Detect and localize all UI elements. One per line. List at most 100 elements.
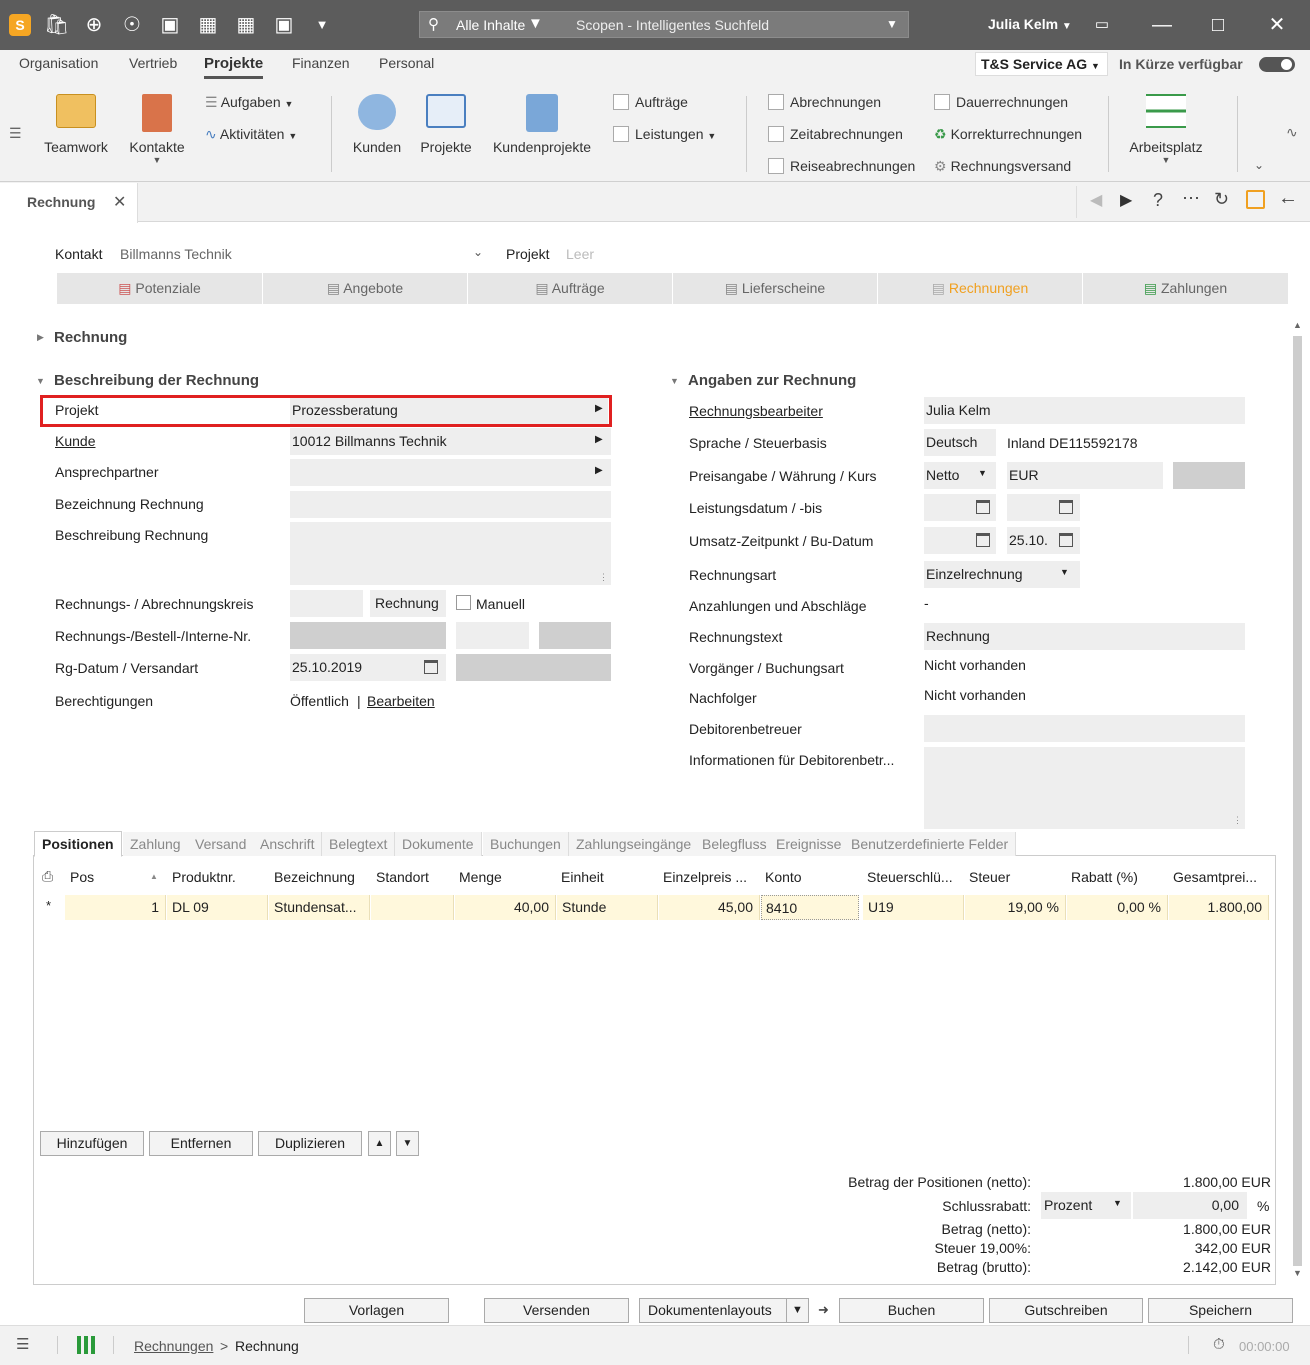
tab-dokumente[interactable]: Dokumente: [395, 832, 482, 856]
col-bezeichnung[interactable]: Bezeichnung: [274, 864, 355, 891]
tab-benutzerdefiniert[interactable]: Benutzerdefinierte Felder: [844, 832, 1017, 856]
tab-rechnung[interactable]: Rechnung ✕: [0, 183, 138, 223]
kundenprojekte-button[interactable]: Kundenprojekte: [488, 94, 596, 155]
chevron-down-icon[interactable]: ▼: [786, 1299, 808, 1322]
cell-menge[interactable]: 40,00: [455, 895, 556, 920]
cell-rabatt[interactable]: 0,00 %: [1067, 895, 1168, 920]
col-einzelpreis[interactable]: Einzelpreis ...: [663, 864, 747, 891]
col-standort[interactable]: Standort: [376, 864, 429, 891]
tab-ereignisse[interactable]: Ereignisse: [769, 832, 850, 856]
next-icon[interactable]: ▶: [1120, 190, 1132, 210]
duplicate-position-button[interactable]: Duplizieren: [258, 1131, 362, 1156]
cell-gesamtpreis[interactable]: 1.800,00: [1169, 895, 1269, 920]
kreis-type-field[interactable]: Rechnung: [370, 590, 446, 617]
cell-produktnr[interactable]: DL 09: [167, 895, 268, 920]
tab-zahlungseingaenge[interactable]: Zahlungseingänge: [569, 832, 700, 856]
search-field[interactable]: ⚲ Alle Inhalte ▼ Scopen - Intelligentes …: [419, 11, 909, 38]
bu-datum-field[interactable]: 25.10.: [1007, 527, 1080, 554]
panel-toggle-icon[interactable]: ☰: [9, 125, 22, 142]
cell-konto[interactable]: 8410: [761, 895, 859, 920]
leistungsdatum-bis[interactable]: [1007, 494, 1080, 521]
collapse-icon[interactable]: ▼: [670, 376, 679, 386]
abrechnungen-button[interactable]: Abrechnungen: [768, 94, 881, 110]
menu-finanzen[interactable]: Finanzen: [292, 55, 350, 71]
help-icon[interactable]: ?: [1153, 190, 1163, 211]
tab-buchungen[interactable]: Buchungen: [483, 832, 569, 856]
minimize-icon[interactable]: —: [1150, 13, 1174, 37]
bearbeiten-link[interactable]: Bearbeiten: [367, 693, 435, 709]
camera-icon[interactable]: ▣: [158, 13, 182, 37]
cell-standort[interactable]: [371, 895, 454, 920]
buchen-button[interactable]: Buchen: [839, 1298, 984, 1323]
korrekturrechnungen-button[interactable]: ♻ Korrekturrechnungen: [934, 126, 1082, 143]
company-select[interactable]: T&S Service AG ▼: [975, 52, 1108, 76]
rechnungsart-select[interactable]: Einzelrechnung ▼: [924, 561, 1080, 588]
col-produktnr[interactable]: Produktnr.: [172, 864, 236, 891]
info-debitor-textarea[interactable]: ⋮: [924, 747, 1245, 829]
kunde-label[interactable]: Kunde: [55, 433, 95, 449]
shopping-bag-icon[interactable]: 🛍: [44, 13, 69, 37]
cell-einzelpreis[interactable]: 45,00: [659, 895, 760, 920]
col-steuer[interactable]: Steuer: [969, 864, 1010, 891]
bearbeiter-label[interactable]: Rechnungsbearbeiter: [689, 403, 823, 419]
dropdown-icon[interactable]: ▼: [310, 13, 334, 37]
remove-position-button[interactable]: Entfernen: [149, 1131, 253, 1156]
resize-icon[interactable]: ⋮: [1233, 815, 1242, 826]
arrow-right-icon[interactable]: ▶: [595, 403, 603, 414]
beschreibung-textarea[interactable]: ⋮: [290, 522, 611, 585]
scroll-thumb[interactable]: [1293, 336, 1302, 1266]
sprache-field[interactable]: Deutsch: [924, 429, 996, 456]
leistungen-button[interactable]: Leistungen ▼: [613, 126, 716, 142]
refresh-icon[interactable]: ↻: [1214, 189, 1229, 210]
cell-pos[interactable]: 1: [65, 895, 166, 920]
menu-projekte[interactable]: Projekte: [204, 55, 264, 79]
close-tab-icon[interactable]: ✕: [113, 192, 126, 212]
tab-versand[interactable]: Versand: [188, 832, 255, 856]
projekte-button[interactable]: Projekte: [416, 94, 476, 155]
projekt-context-value[interactable]: Leer: [566, 246, 594, 262]
kunden-button[interactable]: Kunden: [348, 94, 406, 155]
scrollbar[interactable]: ▲ ▼: [1291, 320, 1304, 1282]
tab-zahlung[interactable]: Zahlung: [123, 832, 189, 856]
rechnungstext-field[interactable]: Rechnung: [924, 623, 1245, 650]
debitorenbetreuer-field[interactable]: [924, 715, 1245, 742]
search-scope[interactable]: Alle Inhalte: [456, 17, 525, 33]
tab-belegtext[interactable]: Belegtext: [322, 832, 396, 856]
calendar-icon[interactable]: [976, 500, 990, 514]
expand-icon[interactable]: ▶: [37, 332, 44, 343]
aufgaben-button[interactable]: ☰ Aufgaben ▼: [205, 94, 293, 111]
back-arrow-icon[interactable]: ←: [1278, 187, 1298, 210]
scroll-up-icon[interactable]: ▲: [1293, 320, 1302, 330]
calendar-icon[interactable]: [1059, 533, 1073, 547]
coming-soon-toggle[interactable]: [1259, 57, 1295, 72]
rechnungsversand-button[interactable]: ⚙ Rechnungsversand: [934, 158, 1071, 175]
speichern-button[interactable]: Speichern: [1148, 1298, 1293, 1323]
aktivitaeten-button[interactable]: ∿ Aktivitäten ▼: [205, 126, 297, 143]
schlussrabatt-mode-select[interactable]: Prozent ▼: [1041, 1192, 1131, 1219]
kontakt-dropdown-icon[interactable]: ⌄: [473, 245, 483, 259]
col-steuerschluessel[interactable]: Steuerschlü...: [867, 864, 953, 891]
resize-icon[interactable]: ⋮: [599, 572, 608, 583]
dauerrechnungen-button[interactable]: Dauerrechnungen: [934, 94, 1068, 110]
kontakte-button[interactable]: Kontakte ▼: [124, 94, 190, 165]
umsatz-zeitpunkt[interactable]: [924, 527, 996, 554]
arrow-right-icon[interactable]: ▶: [595, 465, 603, 476]
dokumentenlayouts-button[interactable]: Dokumentenlayouts ▼: [639, 1298, 809, 1323]
cell-bezeichnung[interactable]: Stundensat...: [269, 895, 370, 920]
pulse-icon[interactable]: ∿: [1286, 124, 1298, 141]
ribbon-collapse-icon[interactable]: ⌄: [1254, 158, 1264, 172]
schlussrabatt-field[interactable]: 0,00: [1133, 1192, 1247, 1219]
calendar-add-icon[interactable]: ▦: [196, 13, 220, 37]
add-icon[interactable]: ⊕: [82, 13, 106, 37]
teamwork-button[interactable]: Teamwork: [38, 94, 114, 155]
user-menu[interactable]: Julia Kelm ▼: [988, 16, 1072, 32]
scroll-down-icon[interactable]: ▼: [1293, 1268, 1302, 1278]
add-position-button[interactable]: Hinzufügen: [40, 1131, 144, 1156]
edit-list-icon[interactable]: ☰: [16, 1335, 29, 1353]
step-auftraege[interactable]: ▤ Aufträge: [467, 273, 672, 304]
stopwatch-icon[interactable]: ⏱: [1213, 1336, 1225, 1353]
sort-asc-icon[interactable]: ▲: [150, 872, 158, 881]
manuell-checkbox[interactable]: [456, 595, 471, 610]
move-down-button[interactable]: ▼: [396, 1131, 419, 1156]
close-icon[interactable]: ✕: [1265, 13, 1289, 37]
